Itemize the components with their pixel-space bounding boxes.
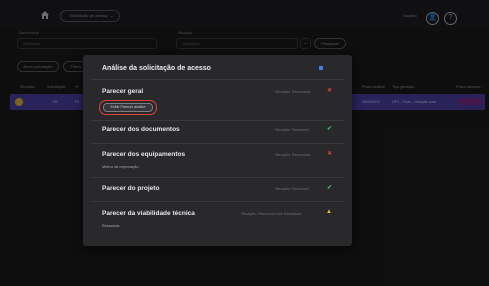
divider <box>91 79 344 80</box>
divider <box>91 201 344 202</box>
section-subtext: Ressalvas <box>102 224 120 228</box>
section-title-viability: Parecer da viabilidade técnica <box>102 210 195 217</box>
modal-title: Análise da solicitação de acesso <box>102 65 211 72</box>
divider <box>91 120 344 121</box>
section-title-equipment: Parecer dos equipamentos <box>102 151 186 158</box>
section-status: Situação: Reprovada <box>275 90 311 94</box>
section-title-project: Parecer do projeto <box>102 185 160 192</box>
section-title-general: Parecer geral <box>102 88 144 95</box>
warning-icon: ▲ <box>326 209 332 215</box>
check-icon: ✔ <box>327 126 333 132</box>
show-analysis-button[interactable]: Exibir Parecer análise <box>103 103 153 112</box>
close-x-icon: ✕ <box>327 151 333 157</box>
section-title-documents: Parecer dos documentos <box>102 126 180 133</box>
close-x-icon: ✕ <box>327 88 333 94</box>
section-status: Situação: Favorável <box>275 187 309 191</box>
close-icon[interactable] <box>319 66 323 70</box>
divider <box>91 143 344 144</box>
analysis-modal: Análise da solicitação de acesso Parecer… <box>83 55 352 246</box>
check-icon: ✔ <box>327 185 333 191</box>
section-status: Situação: Favorável com Ressalvas <box>241 212 302 216</box>
section-status: Situação: Favorável <box>275 128 309 132</box>
section-status: Situação: Reprovada <box>275 153 311 157</box>
divider <box>91 177 344 178</box>
section-subtext: Motivo de reprovação <box>102 165 139 169</box>
